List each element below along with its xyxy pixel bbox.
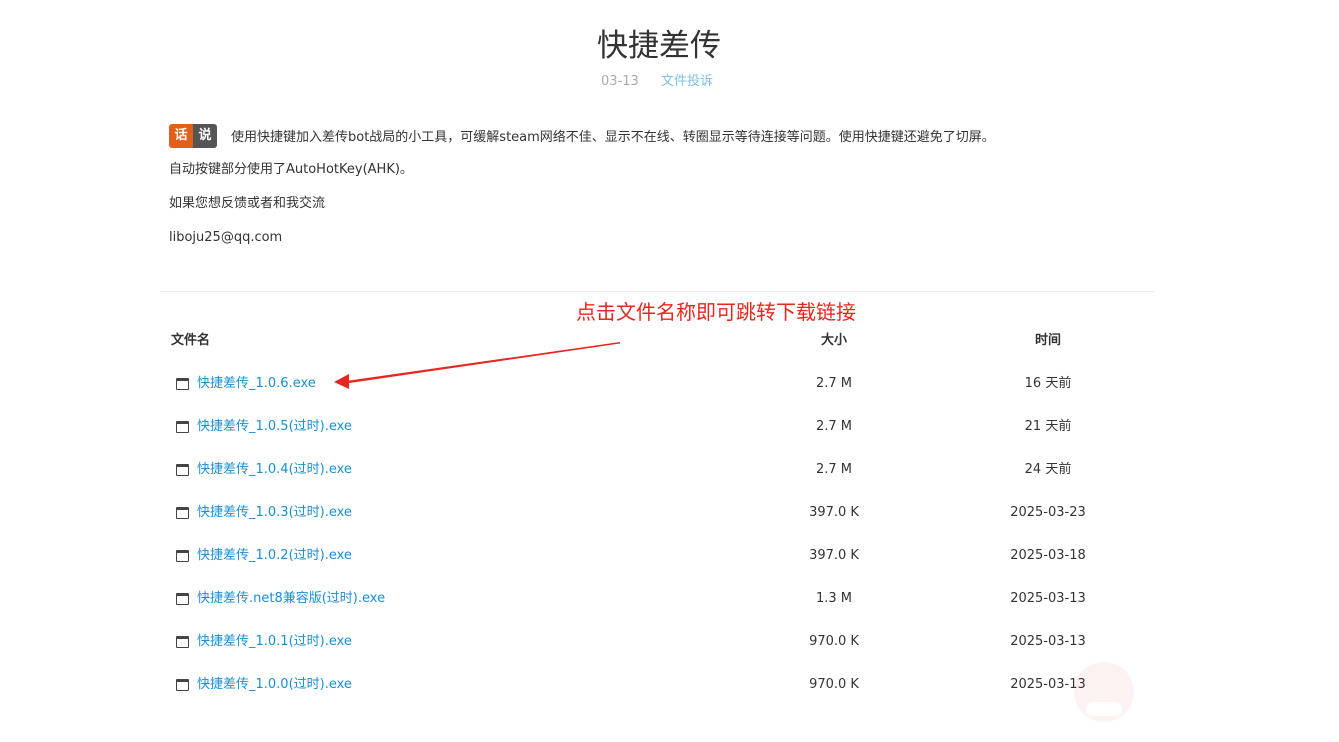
post-date: 03-13 bbox=[601, 74, 639, 89]
file-size-cell: 397.0 K bbox=[809, 548, 859, 563]
file-name-cell: 快捷差传.net8兼容版(过时).exe bbox=[176, 584, 385, 614]
file-table-header: 文件名 大小 时间 bbox=[160, 326, 1154, 356]
file-name-cell: 快捷差传_1.0.0(过时).exe bbox=[176, 670, 352, 700]
file-size-cell: 2.7 M bbox=[815, 462, 853, 477]
window-icon bbox=[176, 679, 189, 691]
file-name-cell: 快捷差传_1.0.2(过时).exe bbox=[176, 541, 352, 571]
file-name-cell: 快捷差传_1.0.4(过时).exe bbox=[176, 455, 352, 485]
page-meta: 03-13 文件投诉 bbox=[0, 72, 1314, 92]
badge-right: 说 bbox=[193, 124, 217, 148]
window-icon bbox=[176, 593, 189, 605]
window-icon bbox=[176, 421, 189, 433]
report-file-link[interactable]: 文件投诉 bbox=[661, 74, 713, 89]
header-file-name: 文件名 bbox=[171, 333, 211, 348]
file-download-link[interactable]: 快捷差传_1.0.6.exe bbox=[197, 369, 316, 399]
window-icon bbox=[176, 378, 189, 390]
file-name-cell: 快捷差传_1.0.3(过时).exe bbox=[176, 498, 352, 528]
table-row: 快捷差传_1.0.3(过时).exe 397.0 K 2025-03-23 bbox=[160, 498, 1154, 528]
window-icon bbox=[176, 550, 189, 562]
file-time-cell: 2025-03-18 bbox=[1010, 548, 1086, 563]
header-time: 时间 bbox=[1034, 333, 1061, 348]
file-size-cell: 2.7 M bbox=[815, 419, 853, 434]
file-download-link[interactable]: 快捷差传_1.0.3(过时).exe bbox=[197, 498, 352, 528]
file-name-cell: 快捷差传_1.0.1(过时).exe bbox=[176, 627, 352, 657]
file-size-cell: 397.0 K bbox=[809, 505, 859, 520]
section-divider bbox=[160, 291, 1154, 292]
file-download-link[interactable]: 快捷差传.net8兼容版(过时).exe bbox=[197, 584, 385, 614]
watermark-logo bbox=[1074, 662, 1134, 722]
file-download-link[interactable]: 快捷差传_1.0.1(过时).exe bbox=[197, 627, 352, 657]
table-row: 快捷差传_1.0.4(过时).exe 2.7 M 24 天前 bbox=[160, 455, 1154, 485]
table-row: 快捷差传.net8兼容版(过时).exe 1.3 M 2025-03-13 bbox=[160, 584, 1154, 614]
file-download-link[interactable]: 快捷差传_1.0.5(过时).exe bbox=[197, 412, 352, 442]
file-time-cell: 2025-03-23 bbox=[1010, 505, 1086, 520]
page-title: 快捷差传 bbox=[597, 28, 721, 64]
intro-text-line: 使用快捷键加入差传bot战局的小工具，可缓解steam网络不佳、显示不在线、转圈… bbox=[231, 130, 995, 145]
file-size-cell: 2.7 M bbox=[815, 376, 853, 391]
file-download-link[interactable]: 快捷差传_1.0.2(过时).exe bbox=[197, 541, 352, 571]
table-row: 快捷差传_1.0.5(过时).exe 2.7 M 21 天前 bbox=[160, 412, 1154, 442]
header-size: 大小 bbox=[820, 333, 847, 348]
intro-line-2: 自动按键部分使用了AutoHotKey(AHK)。 bbox=[169, 162, 413, 177]
intro-text: 话说使用快捷键加入差传bot战局的小工具，可缓解steam网络不佳、显示不在线、… bbox=[169, 124, 1149, 260]
contact-email: liboju25@qq.com bbox=[169, 230, 283, 245]
table-row: 快捷差传_1.0.0(过时).exe 970.0 K 2025-03-13 bbox=[160, 670, 1154, 700]
badge-left: 话 bbox=[169, 124, 193, 148]
annotation-text: 点击文件名称即可跳转下载链接 bbox=[576, 300, 856, 324]
file-name-cell: 快捷差传_1.0.5(过时).exe bbox=[176, 412, 352, 442]
file-name-cell: 快捷差传_1.0.6.exe bbox=[176, 369, 316, 399]
window-icon bbox=[176, 464, 189, 476]
intro-line-3: 如果您想反馈或者和我交流 bbox=[169, 196, 326, 211]
file-download-link[interactable]: 快捷差传_1.0.4(过时).exe bbox=[197, 455, 352, 485]
talk-badge: 话说 bbox=[169, 124, 217, 151]
intro-line-1: 话说使用快捷键加入差传bot战局的小工具，可缓解steam网络不佳、显示不在线、… bbox=[169, 124, 1149, 158]
window-icon bbox=[176, 507, 189, 519]
file-time-cell: 16 天前 bbox=[1024, 376, 1072, 391]
file-size-cell: 970.0 K bbox=[809, 634, 859, 649]
file-download-link[interactable]: 快捷差传_1.0.0(过时).exe bbox=[197, 670, 352, 700]
file-size-cell: 970.0 K bbox=[809, 677, 859, 692]
file-size-cell: 1.3 M bbox=[815, 591, 853, 606]
file-time-cell: 21 天前 bbox=[1024, 419, 1072, 434]
table-row: 快捷差传_1.0.2(过时).exe 397.0 K 2025-03-18 bbox=[160, 541, 1154, 571]
file-time-cell: 24 天前 bbox=[1024, 462, 1072, 477]
table-row: 快捷差传_1.0.6.exe 2.7 M 16 天前 bbox=[160, 369, 1154, 399]
table-row: 快捷差传_1.0.1(过时).exe 970.0 K 2025-03-13 bbox=[160, 627, 1154, 657]
file-time-cell: 2025-03-13 bbox=[1010, 591, 1086, 606]
window-icon bbox=[176, 636, 189, 648]
